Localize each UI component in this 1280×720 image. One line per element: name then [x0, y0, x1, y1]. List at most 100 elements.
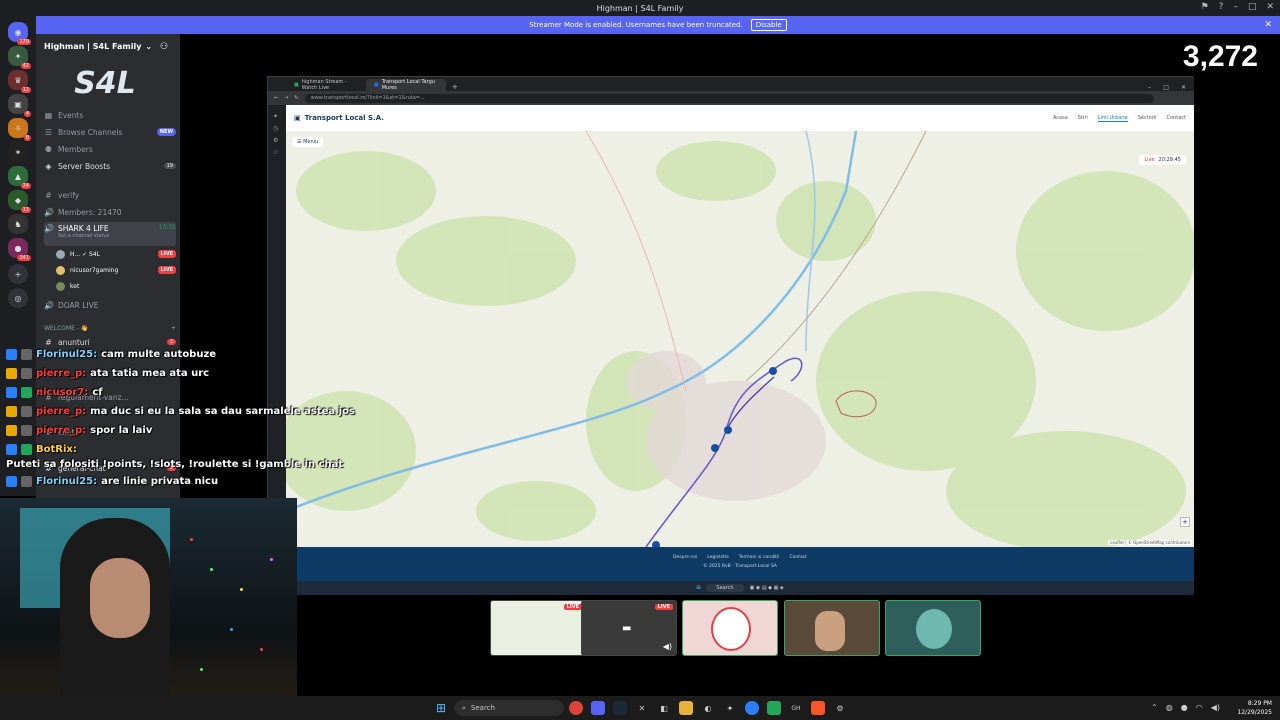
stream-thumbnail[interactable]: LIVE ▬ ◀): [581, 600, 677, 656]
notification-badge: 24: [20, 183, 31, 189]
network-icon[interactable]: ◍: [1166, 703, 1173, 712]
chrome-icon[interactable]: [569, 701, 583, 715]
disable-button[interactable]: Disable: [750, 19, 787, 31]
channel-shark4life[interactable]: 🔊 SHARK 4 LIFE Set a channel status 13:31: [44, 222, 176, 246]
sidebar-item-browse[interactable]: ☰ Browse Channels NEW: [44, 125, 176, 139]
channel-verify[interactable]: # verify: [44, 188, 176, 202]
footer-link[interactable]: Legislatie: [707, 555, 728, 560]
nav-contact[interactable]: Contact: [1167, 115, 1186, 122]
tab-highman-stream[interactable]: ■ highman Stream - Watch Live: [286, 79, 366, 91]
nav-acasa[interactable]: Acasa: [1053, 115, 1068, 122]
app-icon[interactable]: [745, 701, 759, 715]
notification-badge: 341: [17, 255, 31, 261]
reload-icon[interactable]: ↻: [294, 95, 298, 101]
nav-stiri[interactable]: Stiri: [1078, 115, 1088, 122]
file-explorer-icon[interactable]: [679, 701, 693, 715]
settings-icon[interactable]: ⚙: [833, 701, 847, 715]
forward-icon[interactable]: →: [284, 95, 288, 101]
site-logo[interactable]: ▣ Transport Local S.A.: [294, 114, 384, 122]
zoom-in-button[interactable]: +: [1180, 517, 1190, 527]
badge-icon: [21, 406, 32, 417]
channel-label: SHARK 4 LIFE: [58, 224, 109, 233]
steam-icon[interactable]: [613, 701, 627, 715]
maximize-icon[interactable]: □: [1163, 84, 1169, 91]
speaker-icon[interactable]: ◀): [663, 642, 672, 651]
brave-icon[interactable]: [811, 701, 825, 715]
sidebar-item-members[interactable]: ⚉ Members: [44, 142, 176, 156]
nav-sectorii[interactable]: Sectorii: [1138, 115, 1157, 122]
back-icon[interactable]: ←: [274, 95, 278, 101]
app-icon[interactable]: ◐: [701, 701, 715, 715]
map-menu-button[interactable]: ☰ Meniu: [292, 137, 324, 147]
server-icon[interactable]: ♛ 12: [8, 70, 31, 93]
server-name[interactable]: Highman | S4L Family ⌄: [44, 42, 152, 51]
speaker-icon: 🔊: [44, 224, 54, 233]
remote-search[interactable]: Search: [706, 584, 744, 592]
tab-transport-local[interactable]: ■ Transport Local Targu Mures: [366, 79, 446, 91]
system-tray: ⌃ ◍ ● ◠ ◀): [1151, 703, 1220, 712]
app-icon[interactable]: ✦: [723, 701, 737, 715]
server-icon[interactable]: ✶: [8, 142, 28, 162]
channel-members[interactable]: 🔊 Members: 21470: [44, 205, 176, 219]
minimize-icon[interactable]: –: [1148, 84, 1151, 91]
browser-tabs: ■ highman Stream - Watch Live ■ Transport …: [268, 77, 1194, 91]
server-icon[interactable]: ▣ 4: [8, 94, 31, 117]
led: [210, 568, 213, 571]
windows-start-icon[interactable]: ⊞: [434, 701, 448, 715]
volume-icon[interactable]: ◀): [1211, 703, 1220, 712]
new-tab-icon[interactable]: +: [446, 83, 464, 91]
category-welcome[interactable]: WELCOME - 👋 +: [44, 321, 176, 335]
app-icon[interactable]: ✕: [635, 701, 649, 715]
server-icon[interactable]: ☼ 8: [8, 118, 31, 141]
server-icon[interactable]: ● 341: [8, 238, 31, 261]
minimize-icon[interactable]: –: [1233, 2, 1238, 12]
city-map[interactable]: ☰ Meniu Live 20:29:45 + Leaflet | © OpenS…: [286, 131, 1194, 547]
voice-user[interactable]: H... ✓ S4L LIVE: [56, 247, 176, 261]
footer-link[interactable]: Termeni si conditii: [739, 555, 780, 560]
server-icon[interactable]: ▲ 24: [8, 166, 31, 189]
windows-start-icon[interactable]: ⊞: [696, 585, 700, 591]
user-name: ket: [70, 282, 80, 290]
footer-link[interactable]: Despre noi: [673, 555, 697, 560]
help-icon[interactable]: ?: [1219, 2, 1224, 12]
user-tile[interactable]: [682, 600, 778, 656]
discord-icon[interactable]: [591, 701, 605, 715]
hash-icon: #: [45, 190, 52, 200]
voice-user[interactable]: ket: [56, 279, 176, 293]
inbox-icon[interactable]: ⚑: [1201, 2, 1209, 12]
close-icon[interactable]: ✕: [1266, 2, 1274, 12]
taskbar-search[interactable]: ⌕ Search: [454, 700, 564, 716]
sidebar-item-boosts[interactable]: ◈ Server Boosts 19: [44, 159, 176, 173]
plus-icon[interactable]: +: [171, 325, 176, 332]
maximize-icon[interactable]: □: [1248, 2, 1257, 12]
channel-doar-live[interactable]: 🔊 DOAR LIVE: [44, 298, 176, 312]
nav-linii-urbane[interactable]: Linii Urbane: [1097, 115, 1128, 122]
wifi-icon[interactable]: ◠: [1196, 703, 1203, 712]
user-tile[interactable]: [784, 600, 880, 656]
add-server-icon[interactable]: +: [8, 264, 28, 284]
close-banner-icon[interactable]: ✕: [1264, 20, 1272, 30]
user-tile[interactable]: [885, 600, 981, 656]
stream-thumbnail[interactable]: LIVE: [490, 600, 586, 656]
side-rail-icons[interactable]: ✦ ◷ ⚙ ☆: [268, 105, 286, 159]
sidebar-item-events[interactable]: ▦ Events: [44, 108, 176, 122]
server-icon[interactable]: ◆ 13: [8, 190, 31, 213]
server-icon[interactable]: ♞: [8, 214, 28, 234]
app-icon[interactable]: GH: [789, 701, 803, 715]
server-icon[interactable]: ✦ 42: [8, 46, 31, 69]
footer-link[interactable]: Contact: [789, 555, 807, 560]
discover-icon[interactable]: ◎: [8, 288, 28, 308]
app-icon[interactable]: ◧: [657, 701, 671, 715]
url-input[interactable]: www.transportlocal.ro/?linii=1&st=1&ruta…: [304, 93, 1154, 103]
calendar-icon: ▦: [44, 110, 53, 120]
chevron-up-icon[interactable]: ⌃: [1151, 703, 1158, 712]
close-icon[interactable]: ✕: [1181, 84, 1186, 91]
app-icon[interactable]: [767, 701, 781, 715]
tab-label: highman Stream - Watch Live: [301, 79, 347, 91]
live-time-box: Live 20:29:45: [1139, 155, 1186, 165]
taskbar-clock[interactable]: 8:29 PM 12/29/2025: [1237, 699, 1272, 717]
voice-user[interactable]: nicusor7gaming LIVE: [56, 263, 176, 277]
server-icon[interactable]: ◉ 129: [8, 22, 31, 45]
mic-icon[interactable]: ●: [1181, 703, 1188, 712]
invite-icon[interactable]: ⚇: [160, 42, 168, 52]
